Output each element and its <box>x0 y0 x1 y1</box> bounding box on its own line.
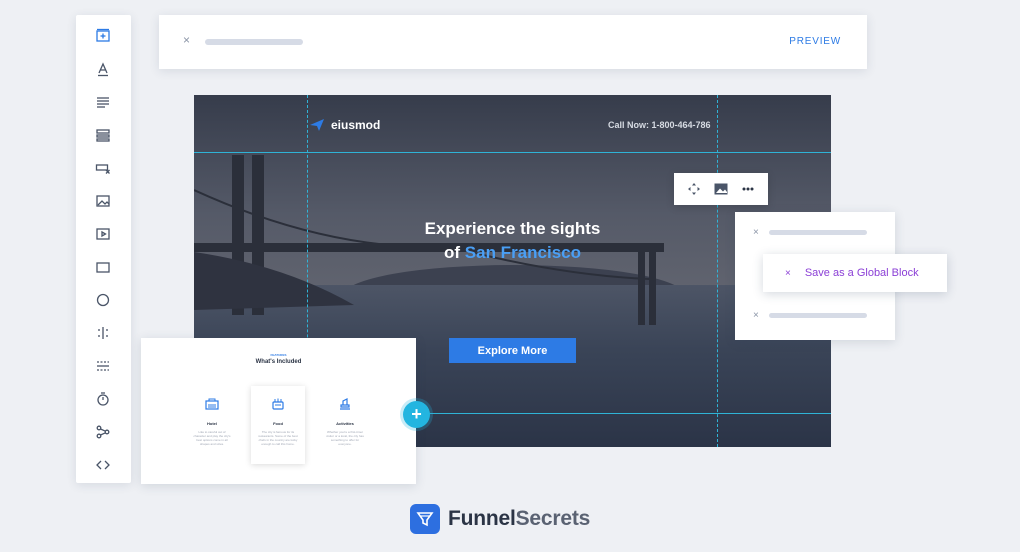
logo-word-secrets: Secrets <box>515 507 591 530</box>
guide-line-right <box>717 95 718 447</box>
timer-icon[interactable] <box>93 389 113 409</box>
code-icon[interactable] <box>93 455 113 475</box>
feature-description: Whether you're a first-timer visitor or … <box>326 430 364 446</box>
image-icon[interactable] <box>712 180 730 198</box>
guide-line-top <box>194 152 831 153</box>
food-icon <box>272 398 284 410</box>
logo-word-funnel: Funnel <box>448 507 516 530</box>
image-icon[interactable] <box>93 191 113 211</box>
menu-option-1[interactable]: × <box>753 227 867 238</box>
close-icon[interactable]: × <box>753 310 759 321</box>
element-floating-toolbar <box>674 173 768 205</box>
video-icon[interactable] <box>93 224 113 244</box>
hotel-icon <box>205 398 219 410</box>
feature-card-hotel[interactable]: Hotel Like to careful out of character a… <box>185 386 239 464</box>
input-icon[interactable] <box>93 158 113 178</box>
funnel-icon <box>410 504 440 534</box>
box-icon[interactable] <box>93 257 113 277</box>
call-now-text: Call Now: 1-800-464-786 <box>608 120 711 130</box>
url-placeholder <box>205 39 303 45</box>
save-global-block-label: Save as a Global Block <box>804 267 919 279</box>
columns-icon[interactable] <box>93 323 113 343</box>
headline-highlight: San Francisco <box>464 243 581 262</box>
features-eyebrow: FEATURES <box>270 353 287 357</box>
funnelsecrets-logo: FunnelSecrets <box>410 504 590 534</box>
feature-name: Hotel <box>207 421 217 426</box>
close-icon[interactable]: × <box>753 227 759 238</box>
logo-wordmark: FunnelSecrets <box>448 507 590 531</box>
close-icon[interactable]: × <box>183 33 190 47</box>
circle-icon[interactable] <box>93 290 113 310</box>
element-toolbar <box>76 15 131 483</box>
feature-card-activities[interactable]: Activities Whether you're a first-timer … <box>318 386 372 464</box>
save-global-block-option[interactable]: × Save as a Global Block <box>763 254 947 292</box>
feature-name: Food <box>273 421 283 426</box>
menu-option-3[interactable]: × <box>753 310 867 321</box>
brand-logo[interactable]: eiusmod <box>309 118 380 132</box>
explore-more-button[interactable]: Explore More <box>449 338 576 363</box>
add-block-button[interactable]: + <box>403 401 430 428</box>
headline-of: of <box>444 243 465 262</box>
section-icon[interactable] <box>93 26 113 46</box>
brand-name: eiusmod <box>331 118 381 132</box>
editor-topbar: × PREVIEW <box>159 15 867 69</box>
feature-name: Activities <box>336 421 354 426</box>
feature-card-food[interactable]: Food The city is famous for its restaura… <box>251 386 305 464</box>
features-section[interactable]: FEATURES What's Included Hotel Like to c… <box>141 338 416 484</box>
share-icon[interactable] <box>93 422 113 442</box>
menu-option-placeholder <box>768 313 867 318</box>
text-icon[interactable] <box>93 59 113 79</box>
rows-icon[interactable] <box>93 125 113 145</box>
divider-icon[interactable] <box>93 356 113 376</box>
feature-description: The city is famous for its restaurants. … <box>258 430 298 446</box>
features-title: What's Included <box>255 359 302 365</box>
menu-option-placeholder <box>768 230 867 235</box>
paragraph-icon[interactable] <box>93 92 113 112</box>
close-icon[interactable]: × <box>785 268 791 279</box>
move-icon[interactable] <box>685 180 703 198</box>
feature-description: Like to careful out of character and pla… <box>193 430 231 446</box>
activities-icon <box>340 398 350 410</box>
more-icon[interactable] <box>739 180 757 198</box>
preview-button[interactable]: PREVIEW <box>789 36 841 47</box>
paper-plane-icon <box>310 119 324 131</box>
